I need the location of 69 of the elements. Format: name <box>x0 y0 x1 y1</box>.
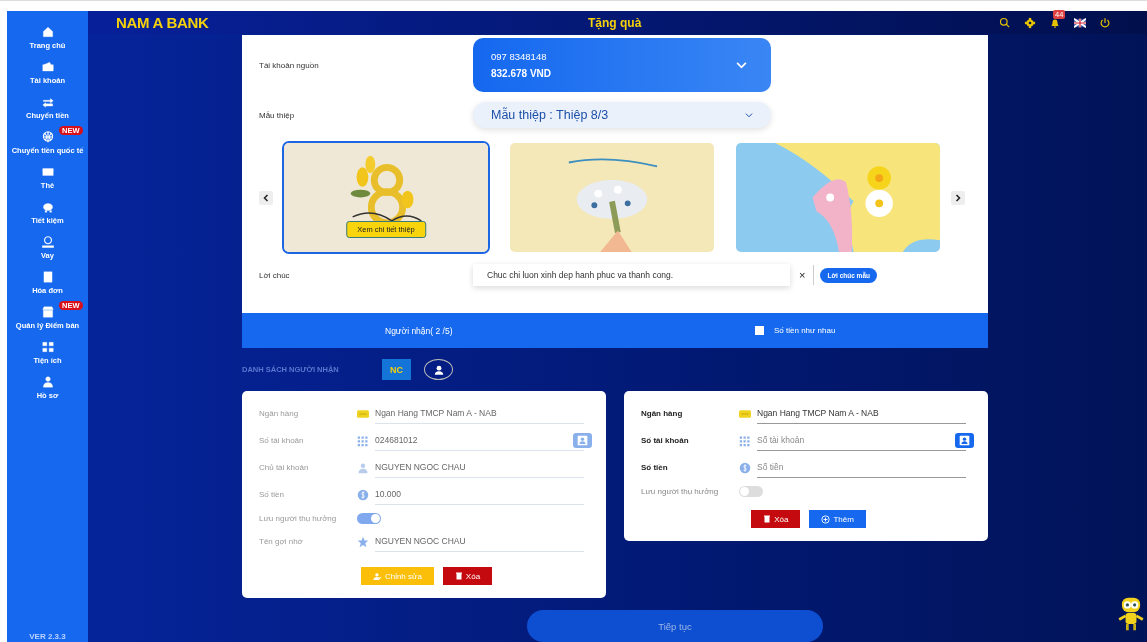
person-edit-icon <box>372 571 382 581</box>
delete-button[interactable]: Xóa <box>751 510 801 528</box>
field-label: Mẫu thiệp <box>259 110 296 120</box>
source-account-card[interactable]: 097 8348148 832.678 VND <box>473 38 771 92</box>
continue-button[interactable]: Tiếp tục <box>527 610 823 642</box>
field-label: Số tiền <box>641 463 669 472</box>
previous-button[interactable] <box>259 190 273 205</box>
bank-logo[interactable]: NAM A BANK <box>116 14 209 31</box>
grid-icon <box>739 434 751 447</box>
menu-item-icon <box>40 305 55 319</box>
menu-item-icon <box>40 60 55 74</box>
person-icon <box>357 461 369 474</box>
field-label: Số tài khoản <box>259 436 305 445</box>
next-button[interactable] <box>951 190 965 205</box>
field-label: Lưu người thụ hưởng <box>641 486 720 496</box>
field-label: Ngân hàng <box>641 409 684 418</box>
person-icon <box>432 363 445 376</box>
flag-icon[interactable] <box>1074 16 1086 29</box>
toggle-switch[interactable] <box>739 485 763 497</box>
chevron-right-icon <box>955 193 961 202</box>
bank-logo-icon <box>739 407 751 420</box>
plus-circle-icon <box>821 514 831 524</box>
account-balance: 832.678 VND <box>491 68 553 79</box>
recipients-count: Người nhận( 2 /5) <box>385 325 454 336</box>
field-label: Số tiền <box>259 490 285 499</box>
greeting-input[interactable]: Chuc chi luon xinh dep hanh phuc va thanh cong. <box>473 264 790 286</box>
dollar-icon <box>357 488 369 501</box>
field-label: Tài khoản nguồn <box>259 60 320 70</box>
contact-card-icon <box>577 434 588 446</box>
menu-item-icon <box>40 130 55 144</box>
clear-button[interactable]: × <box>799 269 806 281</box>
menu-item-icon <box>40 165 55 179</box>
trash-icon <box>454 572 463 580</box>
field-label: Chủ tài khoản <box>259 463 310 472</box>
field-label: Lưu người thụ hưởng <box>259 513 338 523</box>
menu-item-icon <box>40 95 55 109</box>
menu-item-icon <box>40 235 55 249</box>
field-label: Số tài khoản <box>641 436 690 445</box>
dollar-icon <box>739 461 751 474</box>
page-title: Tặng quà <box>588 15 642 30</box>
bank-input[interactable]: Ngan Hang TMCP Nam A - NAB <box>757 408 966 418</box>
power-icon[interactable] <box>1099 16 1111 29</box>
recipient-tab[interactable]: NC <box>382 359 411 380</box>
field-label: Lời chúc <box>259 270 291 280</box>
checkbox-label: Số tiền như nhau <box>774 326 836 335</box>
search-icon[interactable] <box>999 16 1011 29</box>
checkbox[interactable] <box>755 326 764 335</box>
bank-logo-icon <box>357 407 369 420</box>
contact-card-icon <box>959 434 970 446</box>
star-icon <box>357 535 369 548</box>
account-number: 097 8348148 <box>491 51 548 62</box>
chevron-left-icon <box>263 193 269 202</box>
field-label: Tên gợi nhớ <box>259 537 304 546</box>
version-label: VER 2.3.3 <box>29 632 66 642</box>
menu-item-icon <box>40 270 55 284</box>
field-label: Ngân hàng <box>259 409 300 418</box>
menu-item-icon <box>40 375 55 389</box>
menu-item-icon <box>40 25 55 39</box>
chevron-down-icon <box>745 112 753 118</box>
add-button[interactable]: Thêm <box>809 510 866 528</box>
template-dropdown[interactable]: Mẫu thiệp : Thiệp 8/3 <box>473 102 771 128</box>
amount-input[interactable]: Số tiền <box>757 462 966 472</box>
account-input[interactable]: Số tài khoản <box>757 435 955 445</box>
menu-item-icon <box>40 200 55 214</box>
trash-icon <box>763 515 772 523</box>
chevron-down-icon[interactable] <box>736 61 747 69</box>
menu-item-icon <box>40 340 55 354</box>
contacts-button[interactable] <box>955 432 974 448</box>
grid-icon <box>357 434 369 447</box>
